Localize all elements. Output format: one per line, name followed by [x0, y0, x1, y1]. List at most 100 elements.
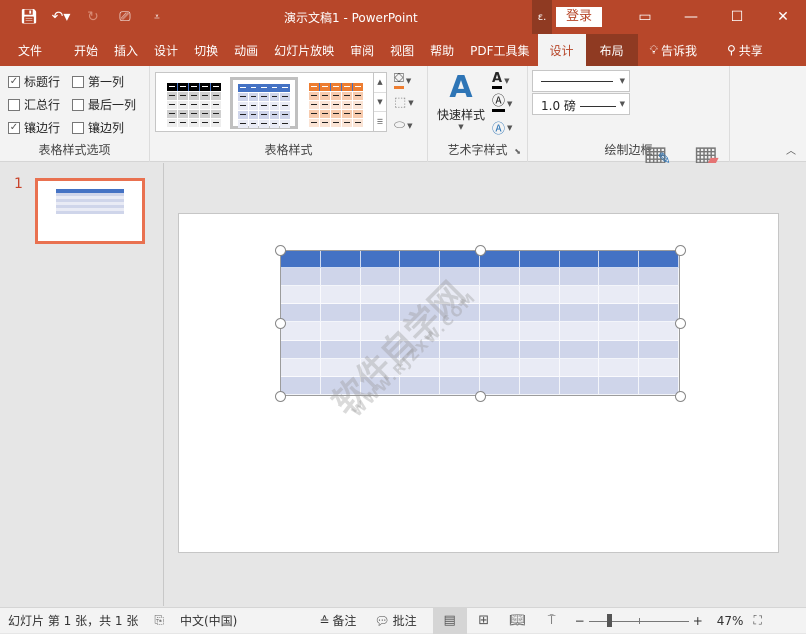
effects-button[interactable]: ⬭ ▼ [394, 118, 413, 133]
tab-pdf-tools[interactable]: PDF工具集 [462, 34, 537, 66]
table-cell[interactable] [360, 304, 401, 323]
table-cell[interactable] [440, 340, 480, 359]
table-cell[interactable] [479, 376, 520, 395]
table-header-cell[interactable] [440, 251, 480, 268]
minimize-button[interactable]: — [668, 0, 714, 34]
table-cell[interactable] [400, 268, 441, 287]
table-cell[interactable] [519, 376, 560, 395]
table-cell[interactable] [639, 268, 679, 287]
spell-check-icon[interactable]: ⎘ [154, 613, 164, 628]
language-status[interactable]: 中文(中国) [180, 612, 237, 629]
table-cell[interactable] [360, 286, 401, 305]
dialog-launcher-icon[interactable]: ⬊ [514, 147, 521, 156]
checkbox-box[interactable] [72, 98, 84, 111]
customize-qat-icon[interactable]: ⩡ [146, 7, 168, 27]
tab-transitions[interactable]: 切换 [186, 34, 226, 66]
table-cell[interactable] [479, 322, 520, 341]
tab-table-design[interactable]: 设计 [537, 34, 586, 66]
table-cell[interactable] [320, 358, 361, 377]
table-cell[interactable] [559, 304, 600, 323]
table-cell[interactable] [360, 322, 401, 341]
table-cell[interactable] [519, 304, 560, 323]
table-cell[interactable] [320, 304, 361, 323]
gallery-more-icon[interactable]: ☰ [374, 112, 386, 131]
normal-view-button[interactable]: ▤ [432, 607, 467, 634]
close-button[interactable]: ✕ [760, 0, 806, 34]
table-cell[interactable] [360, 358, 401, 377]
table-cell[interactable] [281, 322, 321, 341]
table-cell[interactable] [360, 340, 401, 359]
table-cell[interactable] [559, 340, 600, 359]
table-style-swatch-blue[interactable] [230, 77, 298, 129]
tab-insert[interactable]: 插入 [106, 34, 146, 66]
gallery-scroll-down-icon[interactable]: ▼ [374, 93, 386, 113]
maximize-button[interactable]: ☐ [714, 0, 760, 34]
slide-table[interactable] [280, 250, 680, 396]
pen-weight-select[interactable]: 1.0 磅 ▼ [532, 93, 630, 115]
zoom-slider-thumb[interactable] [606, 613, 612, 627]
table-cell[interactable] [320, 268, 361, 287]
checkbox-box[interactable]: ✓ [8, 75, 20, 88]
table-cell[interactable] [519, 286, 560, 305]
ribbon-options-button[interactable]: ε. [531, 0, 552, 34]
comments-button[interactable]: 💬︎ 批注 [374, 612, 416, 629]
zoom-in-button[interactable]: + [693, 614, 703, 628]
table-cell[interactable] [440, 376, 480, 395]
table-header-cell[interactable] [320, 251, 361, 268]
table-cell[interactable] [519, 268, 560, 287]
table-cell[interactable] [281, 286, 321, 305]
table-cell[interactable] [559, 322, 600, 341]
checkbox-header-row[interactable]: ✓ 标题行 [8, 73, 60, 90]
shading-button[interactable]: ⛋ ▼ [394, 72, 411, 89]
resize-handle-right[interactable] [675, 318, 686, 329]
table-header-cell[interactable] [281, 251, 321, 268]
checkbox-last-column[interactable]: 最后一列 [72, 96, 136, 113]
tab-review[interactable]: 审阅 [342, 34, 382, 66]
table-cell[interactable] [400, 286, 441, 305]
zoom-slider[interactable] [588, 608, 689, 634]
table-cell[interactable] [281, 376, 321, 395]
table-cell[interactable] [281, 340, 321, 359]
table-cell[interactable] [519, 340, 560, 359]
table-cell[interactable] [639, 304, 679, 323]
table-cell[interactable] [440, 358, 480, 377]
gallery-scroll-up-icon[interactable]: ▲ [374, 73, 386, 93]
table-cell[interactable] [479, 268, 520, 287]
tell-me-search[interactable]: 💡︎ 告诉我 [642, 34, 705, 66]
fit-to-window-icon[interactable]: ⛶ [753, 613, 761, 628]
share-button[interactable]: ⚲ 共享 [719, 34, 771, 66]
table-cell[interactable] [639, 376, 679, 395]
table-cell[interactable] [599, 376, 640, 395]
table-cell[interactable] [440, 304, 480, 323]
tab-slideshow[interactable]: 幻灯片放映 [266, 34, 342, 66]
table-cell[interactable] [281, 358, 321, 377]
table-header-cell[interactable] [400, 251, 441, 268]
table-cell[interactable] [639, 358, 679, 377]
table-cell[interactable] [281, 304, 321, 323]
save-icon[interactable]: 💾︎ [18, 7, 40, 27]
resize-handle-bottom[interactable] [475, 391, 486, 402]
table-cell[interactable] [320, 340, 361, 359]
resize-handle-left[interactable] [275, 318, 286, 329]
tab-file[interactable]: 文件 [0, 34, 60, 66]
table-cell[interactable] [479, 340, 520, 359]
table-header-cell[interactable] [599, 251, 640, 268]
slideshow-view-button[interactable]: ⍑ [535, 608, 569, 634]
table-style-swatch-black[interactable] [160, 77, 228, 129]
resize-handle-top-right[interactable] [675, 245, 686, 256]
tab-view[interactable]: 视图 [382, 34, 422, 66]
table-cell[interactable] [639, 322, 679, 341]
text-outline-button[interactable]: Ⓐ ▼ [492, 95, 512, 112]
resize-handle-top-left[interactable] [275, 245, 286, 256]
checkbox-box[interactable] [72, 121, 84, 134]
table-cell[interactable] [400, 340, 441, 359]
table-cell[interactable] [519, 322, 560, 341]
table-header-cell[interactable] [519, 251, 560, 268]
tab-help[interactable]: 帮助 [422, 34, 462, 66]
table-cell[interactable] [599, 340, 640, 359]
table-cell[interactable] [479, 286, 520, 305]
table-cell[interactable] [400, 376, 441, 395]
table-cell[interactable] [400, 304, 441, 323]
tab-animations[interactable]: 动画 [226, 34, 266, 66]
table-cell[interactable] [599, 358, 640, 377]
